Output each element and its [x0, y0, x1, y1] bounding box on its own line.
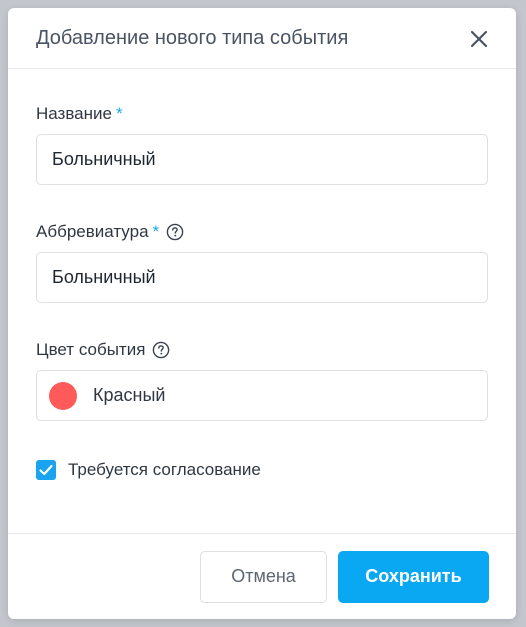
approval-checkbox[interactable]: [36, 460, 56, 480]
help-icon[interactable]: [152, 341, 170, 359]
color-field-group: Цвет события Красный: [36, 339, 488, 421]
name-label: Название *: [36, 104, 123, 123]
close-button[interactable]: [468, 28, 490, 50]
help-icon[interactable]: [166, 223, 184, 241]
checkmark-icon: [39, 464, 53, 476]
color-select[interactable]: Красный: [36, 370, 488, 421]
required-marker: *: [115, 104, 123, 123]
abbreviation-field-group: Аббревиатура *: [36, 221, 488, 303]
color-swatch: [49, 381, 77, 410]
close-icon: [470, 30, 488, 48]
abbreviation-label: Аббревиатура *: [36, 221, 488, 243]
name-input[interactable]: [36, 134, 488, 185]
dialog-title: Добавление нового типа события: [36, 26, 349, 49]
dialog-footer: Отмена Сохранить: [8, 533, 516, 619]
name-field-group: Название *: [36, 103, 488, 185]
approval-label: Требуется согласование: [68, 460, 261, 479]
approval-checkbox-row[interactable]: Требуется согласование: [36, 460, 488, 480]
add-event-type-dialog: Добавление нового типа события Название …: [8, 8, 516, 619]
dialog-body: Название * Аббревиатура *: [8, 103, 516, 480]
dialog-header: Добавление нового типа события: [8, 8, 516, 69]
color-select-value: Красный: [93, 385, 166, 405]
save-button[interactable]: Сохранить: [338, 550, 489, 603]
color-label: Цвет события: [36, 339, 488, 361]
abbreviation-input[interactable]: [36, 252, 488, 303]
required-marker: *: [152, 222, 160, 241]
cancel-button[interactable]: Отмена: [200, 550, 327, 603]
